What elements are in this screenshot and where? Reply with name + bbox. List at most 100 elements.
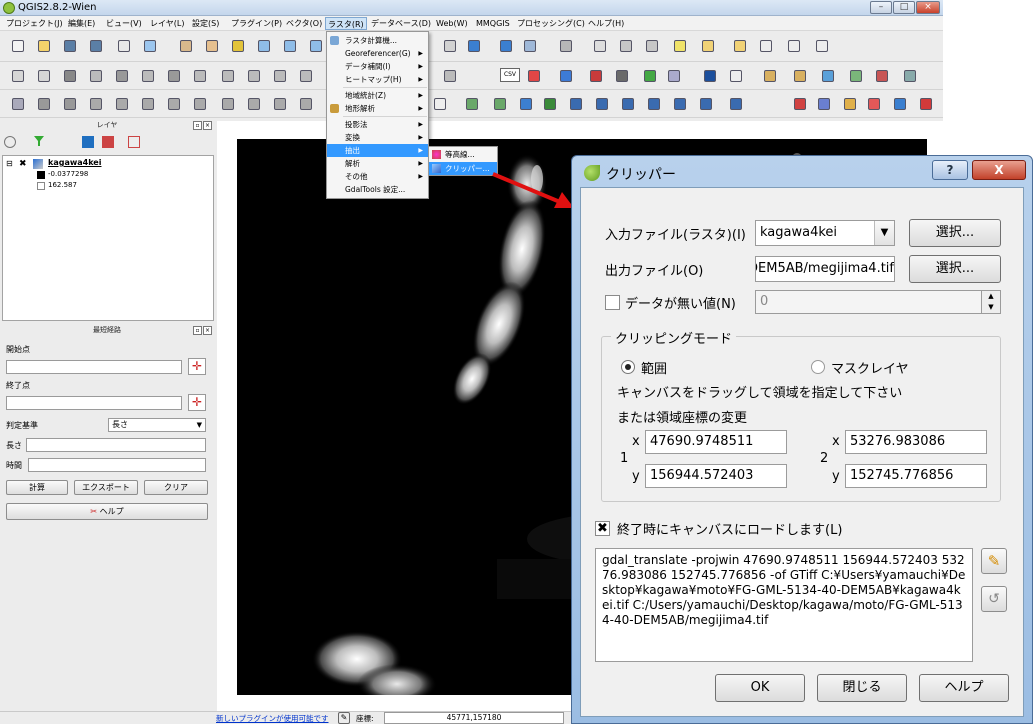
- start-point-input[interactable]: [6, 360, 182, 374]
- toolbar-tool-icon[interactable]: [916, 94, 936, 114]
- float-panel-button[interactable]: ▫: [193, 326, 202, 335]
- mask-layer-radio[interactable]: [811, 360, 825, 374]
- toolbar-tool-icon[interactable]: [756, 36, 776, 56]
- eye-icon[interactable]: [4, 136, 16, 148]
- nodata-value-input[interactable]: 0: [755, 290, 983, 314]
- toolbar-tool-icon[interactable]: [462, 94, 482, 114]
- toolbar-tool-icon[interactable]: [812, 36, 832, 56]
- toolbar-tool-icon[interactable]: [280, 36, 300, 56]
- load-into-canvas-checkbox[interactable]: ✖: [595, 521, 610, 536]
- toolbar-tool-icon[interactable]: [566, 94, 586, 114]
- toolbar-tool-icon[interactable]: [8, 36, 28, 56]
- coordinate-display[interactable]: 45771,157180: [384, 712, 564, 724]
- toolbar-tool-icon[interactable]: [164, 94, 184, 114]
- toolbar-tool-icon[interactable]: [520, 36, 540, 56]
- maximize-button[interactable]: □: [893, 1, 915, 14]
- toolbar-tool-icon[interactable]: [840, 94, 860, 114]
- edit-command-pencil-icon[interactable]: ✎: [981, 548, 1007, 574]
- toolbar-tool-icon[interactable]: [296, 66, 316, 86]
- help-button[interactable]: ヘルプ: [919, 674, 1009, 702]
- toolbar-tool-icon[interactable]: [218, 94, 238, 114]
- float-panel-button[interactable]: ▫: [193, 121, 202, 130]
- toolbar-tool-icon[interactable]: [176, 36, 196, 56]
- toolbar-tool-icon[interactable]: [86, 36, 106, 56]
- input-select-button[interactable]: 選択...: [909, 219, 1001, 247]
- toolbar-tool-icon[interactable]: [34, 36, 54, 56]
- toolbar-tool-icon[interactable]: [700, 66, 720, 86]
- raster-menu-item-3[interactable]: ヒートマップ(H) ▶: [327, 73, 428, 86]
- toolbar-tool-icon[interactable]: [254, 36, 274, 56]
- toolbar-tool-icon[interactable]: [228, 36, 248, 56]
- ok-button[interactable]: OK: [715, 674, 805, 702]
- toolbar-tool-icon[interactable]: [218, 66, 238, 86]
- mouse-icon[interactable]: ✎: [338, 712, 350, 724]
- toolbar-tool-icon[interactable]: [846, 66, 866, 86]
- output-file-input[interactable]: DEM5AB/megijima4.tif: [755, 256, 895, 282]
- raster-menu-item-4[interactable]: 地域統計(Z) ▶: [327, 89, 428, 102]
- toolbar-tool-icon[interactable]: [190, 66, 210, 86]
- criterion-select[interactable]: 長さ ▼: [108, 418, 206, 432]
- toolbar-tool-icon[interactable]: [618, 94, 638, 114]
- raster-menu-item-9[interactable]: 解析 ▶: [327, 157, 428, 170]
- toolbar-tool-icon[interactable]: [440, 36, 460, 56]
- menu-9[interactable]: Web(W): [434, 17, 470, 30]
- menu-0[interactable]: プロジェクト(J): [4, 17, 65, 30]
- toolbar-tool-icon[interactable]: [556, 36, 576, 56]
- toolbar-tool-icon[interactable]: [696, 94, 716, 114]
- menu-7[interactable]: ラスタ(R): [325, 17, 367, 30]
- toolbar-tool-icon[interactable]: [440, 66, 460, 86]
- toolbar-tool-icon[interactable]: [726, 94, 746, 114]
- toolbar-tool-icon[interactable]: [726, 66, 746, 86]
- menu-2[interactable]: ビュー(V): [104, 17, 144, 30]
- toolbar-tool-icon[interactable]: [642, 36, 662, 56]
- raster-menu-item-11[interactable]: GdalTools 設定...: [327, 183, 428, 196]
- collapse-toggle-icon[interactable]: ⊟: [6, 159, 13, 168]
- remove-layer-icon[interactable]: [128, 136, 140, 148]
- raster-menu-item-5[interactable]: 地形解析 ▶: [327, 102, 428, 115]
- minimize-button[interactable]: –: [870, 1, 892, 14]
- toolbar-tool-icon[interactable]: [670, 36, 690, 56]
- toolbar-tool-icon[interactable]: [464, 36, 484, 56]
- menu-8[interactable]: データベース(D): [369, 17, 433, 30]
- filter-icon[interactable]: [34, 136, 44, 146]
- toolbar-tool-icon[interactable]: [640, 66, 660, 86]
- toolbar-tool-icon[interactable]: [86, 66, 106, 86]
- toolbar-tool-icon[interactable]: [138, 94, 158, 114]
- toolbar-tool-icon[interactable]: [60, 94, 80, 114]
- expand-all-icon[interactable]: [82, 136, 94, 148]
- menu-item-clipper[interactable]: クリッパー...: [429, 162, 497, 175]
- menu-12[interactable]: ヘルプ(H): [586, 17, 626, 30]
- export-button[interactable]: エクスポート: [74, 480, 138, 495]
- close-button[interactable]: 閉じる: [817, 674, 907, 702]
- toolbar-tool-icon[interactable]: [698, 36, 718, 56]
- toolbar-tool-icon[interactable]: [814, 94, 834, 114]
- toolbar-tool-icon[interactable]: [270, 94, 290, 114]
- extent-radio[interactable]: [621, 360, 635, 374]
- raster-menu-item-8[interactable]: 抽出 ▶: [327, 144, 428, 157]
- toolbar-tool-icon[interactable]: [114, 36, 134, 56]
- menu-11[interactable]: プロセッシング(C): [515, 17, 587, 30]
- toolbar-tool-icon[interactable]: [790, 66, 810, 86]
- toolbar-tool-icon[interactable]: [164, 66, 184, 86]
- calculate-button[interactable]: 計算: [6, 480, 68, 495]
- toolbar-tool-icon[interactable]: [8, 94, 28, 114]
- toolbar-tool-icon[interactable]: [790, 94, 810, 114]
- toolbar-tool-icon[interactable]: [556, 66, 576, 86]
- input-file-select[interactable]: kagawa4kei ▼: [755, 220, 895, 246]
- toolbar-tool-icon[interactable]: [872, 66, 892, 86]
- dialog-close-title-button[interactable]: X: [972, 160, 1026, 180]
- toolbar-tool-icon[interactable]: [60, 66, 80, 86]
- output-select-button[interactable]: 選択...: [909, 255, 1001, 283]
- close-panel-button[interactable]: ×: [203, 121, 212, 130]
- nodata-checkbox[interactable]: [605, 295, 620, 310]
- toolbar-tool-icon[interactable]: [270, 66, 290, 86]
- toolbar-tool-icon[interactable]: [306, 36, 326, 56]
- layer-visibility-checkbox[interactable]: ✖: [19, 159, 27, 169]
- toolbar-tool-icon[interactable]: [490, 94, 510, 114]
- close-window-button[interactable]: ×: [916, 1, 940, 14]
- toolbar-tool-icon[interactable]: [670, 94, 690, 114]
- raster-menu-item-10[interactable]: その他 ▶: [327, 170, 428, 183]
- end-point-input[interactable]: [6, 396, 182, 410]
- toolbar-tool-icon[interactable]: [86, 94, 106, 114]
- toolbar-tool-icon[interactable]: [818, 66, 838, 86]
